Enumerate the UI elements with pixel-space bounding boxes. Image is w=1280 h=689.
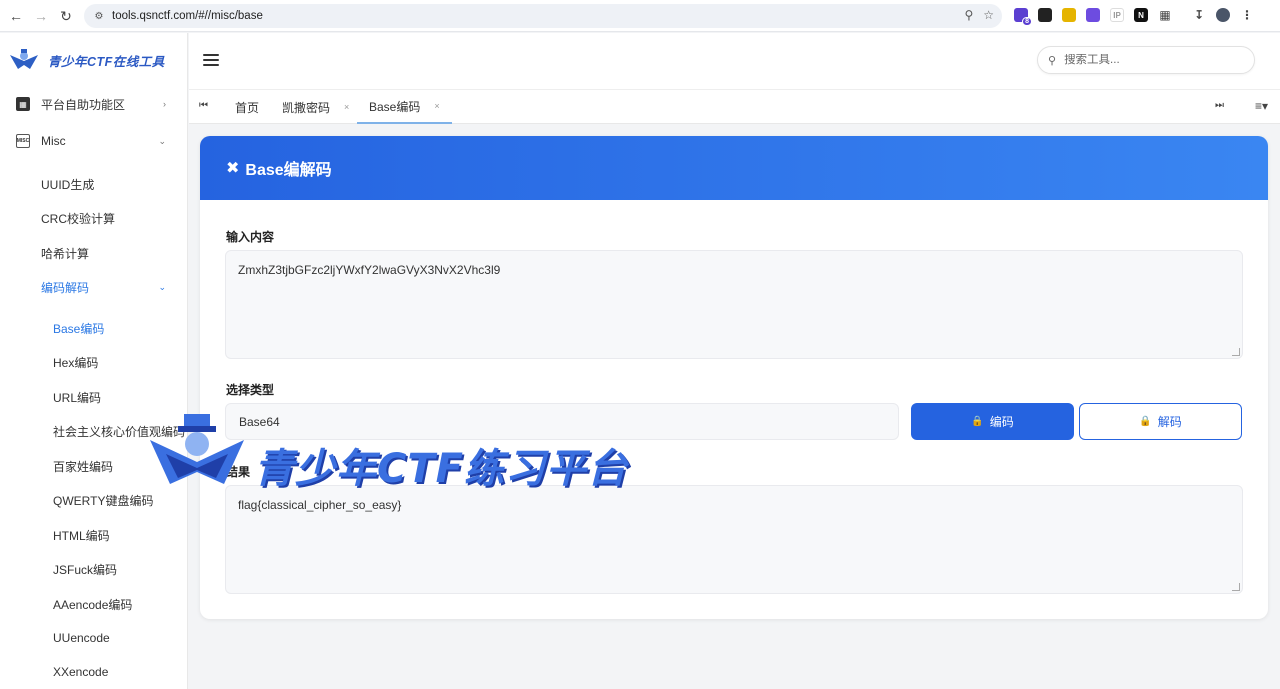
bookmark-star-icon[interactable]: ☆ <box>983 8 994 22</box>
sidebar-item-hex[interactable]: Hex编码 <box>0 347 188 377</box>
tabs-bar: ⏮ 首页 凯撒密码 × Base编码 × ⏭ ≡▾ <box>189 89 1280 124</box>
sidebar-item-aaencode[interactable]: AAencode编码 <box>0 589 188 619</box>
extension-ip-icon[interactable]: IP <box>1110 8 1124 22</box>
topbar: ⚲ <box>189 33 1280 89</box>
extension-hexagon-icon[interactable]: 8 <box>1014 8 1032 26</box>
sidebar-item-jsfuck[interactable]: JSFuck编码 <box>0 554 188 584</box>
back-icon[interactable]: ← <box>3 3 29 29</box>
extensions-puzzle-icon[interactable]: ▦ <box>1158 8 1172 22</box>
tab-scroll-last-icon[interactable]: ⏭ <box>1215 100 1224 111</box>
sidebar-item-platform[interactable]: ▦ 平台自助功能区 › <box>0 89 188 119</box>
browser-menu-icon[interactable]: ⋮ <box>1240 8 1254 22</box>
tab-close-icon[interactable]: × <box>344 102 349 112</box>
tab-base[interactable]: Base编码 × <box>357 90 452 124</box>
brand[interactable]: 青少年CTF在线工具 <box>8 47 165 73</box>
chevron-down-icon: ⌄ <box>158 135 166 146</box>
card-header: ✖ Base编解码 <box>200 136 1268 200</box>
sidebar-item-uuencode[interactable]: UUencode <box>0 623 188 653</box>
input-label: 输入内容 <box>226 230 275 244</box>
zoom-icon[interactable]: ⚲ <box>964 8 973 22</box>
url-text[interactable]: tools.qsnctf.com/#//misc/base <box>112 10 263 22</box>
input-value: ZmxhZ3tjbGFzc2ljYWxfY2lwaGVyX3NvX2Vhc3l9 <box>238 263 501 277</box>
extensions-area: 8 IP N ▦ ↧ ⋮ <box>1014 8 1254 26</box>
sidebar-item-surnames[interactable]: 百家姓编码 <box>0 451 188 481</box>
lock-icon: 🔒 <box>971 416 984 427</box>
address-bar[interactable]: ⚙ tools.qsnctf.com/#//misc/base ⚲ ☆ <box>84 4 1002 28</box>
misc-icon: MISC <box>16 134 30 148</box>
tab-scroll-first-icon[interactable]: ⏮ <box>199 100 208 111</box>
sidebar-item-crc[interactable]: CRC校验计算 <box>0 203 188 233</box>
sidebar-item-qwerty[interactable]: QWERTY键盘编码 <box>0 485 188 515</box>
profile-avatar[interactable] <box>1216 8 1230 22</box>
tab-caesar[interactable]: 凯撒密码 × <box>282 90 349 124</box>
input-textarea[interactable]: ZmxhZ3tjbGFzc2ljYWxfY2lwaGVyX3NvX2Vhc3l9 <box>225 250 1243 359</box>
forward-icon[interactable]: → <box>28 3 54 29</box>
reload-icon[interactable]: ↻ <box>53 3 79 29</box>
decode-button[interactable]: 🔒 解码 <box>1079 403 1242 440</box>
sidebar-item-uuid[interactable]: UUID生成 <box>0 169 188 199</box>
resize-handle-icon[interactable] <box>1232 583 1240 591</box>
result-textarea[interactable]: flag{classical_cipher_so_easy} <box>225 485 1243 594</box>
tab-home[interactable]: 首页 <box>235 90 259 124</box>
chevron-down-icon: ⌄ <box>158 281 166 292</box>
extension-cube-icon[interactable] <box>1086 8 1100 22</box>
sidebar-item-html[interactable]: HTML编码 <box>0 520 188 550</box>
result-label: 结果 <box>226 465 251 479</box>
search-box[interactable]: ⚲ <box>1037 46 1255 74</box>
sidebar-item-url[interactable]: URL编码 <box>0 382 188 412</box>
browser-toolbar: ← → ↻ ⚙ tools.qsnctf.com/#//misc/base ⚲ … <box>0 0 1280 32</box>
sidebar-item-xxencode[interactable]: XXencode <box>0 657 188 687</box>
encode-button[interactable]: 🔒 编码 <box>911 403 1074 440</box>
tools-icon: ✖ <box>226 160 240 177</box>
tab-close-icon[interactable]: × <box>434 101 439 111</box>
sidebar-item-encoding[interactable]: 编码解码 ⌄ <box>0 272 188 302</box>
sidebar-item-core-values[interactable]: 社会主义核心价值观编码 <box>0 416 188 446</box>
search-input[interactable] <box>1064 54 1235 66</box>
platform-icon: ▦ <box>16 97 30 111</box>
search-icon: ⚲ <box>1048 54 1057 67</box>
sidebar: 青少年CTF在线工具 ▦ 平台自助功能区 › MISC Misc ⌄ UUID生… <box>0 33 188 689</box>
sidebar-item-base[interactable]: Base编码 <box>0 313 188 343</box>
result-value: flag{classical_cipher_so_easy} <box>238 498 402 512</box>
brand-logo-icon <box>10 49 38 69</box>
extension-badge: 8 <box>1022 17 1032 26</box>
extension-n-icon[interactable]: N <box>1134 8 1148 22</box>
extension-folder-icon[interactable] <box>1062 8 1076 22</box>
lock-icon: 🔒 <box>1139 416 1152 427</box>
chevron-right-icon: › <box>163 99 166 109</box>
sidebar-item-misc[interactable]: MISC Misc ⌄ <box>0 126 188 156</box>
menu-toggle-icon[interactable] <box>203 54 219 66</box>
base-tool-card: ✖ Base编解码 输入内容 ZmxhZ3tjbGFzc2ljYWxfY2lwa… <box>200 136 1268 619</box>
type-select[interactable]: Base64 <box>225 403 899 440</box>
resize-handle-icon[interactable] <box>1232 348 1240 356</box>
extension-bag-icon[interactable] <box>1038 8 1052 22</box>
tab-options-icon[interactable]: ≡▾ <box>1255 99 1268 113</box>
type-selected-value: Base64 <box>239 414 280 429</box>
brand-name: 青少年CTF在线工具 <box>48 54 165 69</box>
card-title: Base编解码 <box>245 162 332 179</box>
site-info-icon[interactable]: ⚙ <box>92 9 106 23</box>
type-label: 选择类型 <box>226 383 275 397</box>
sidebar-item-hash[interactable]: 哈希计算 <box>0 238 188 268</box>
download-icon[interactable]: ↧ <box>1192 8 1206 22</box>
